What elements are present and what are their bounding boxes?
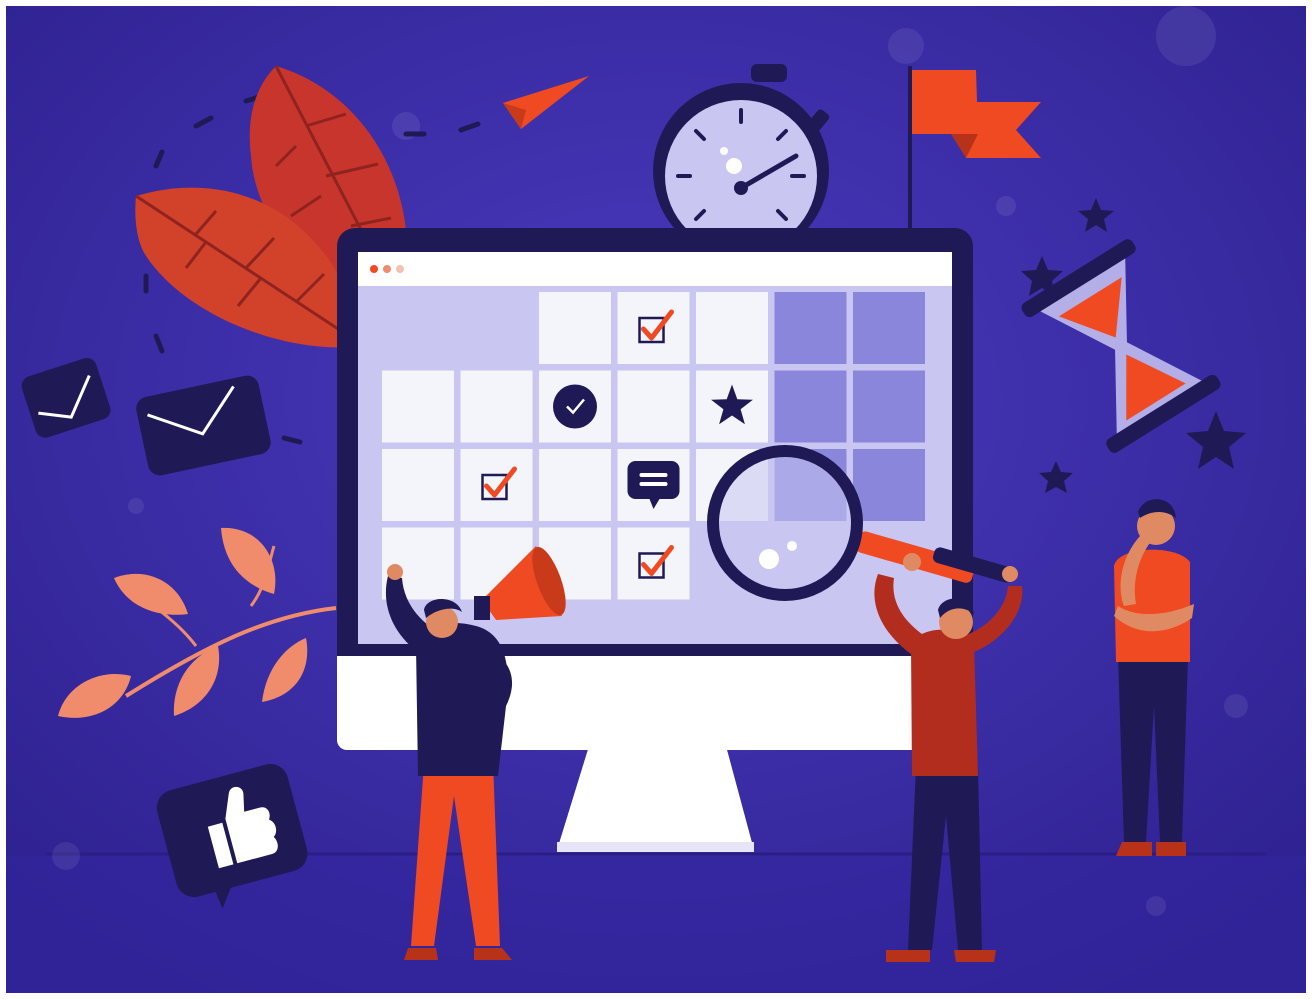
window-dot-red — [370, 265, 378, 273]
monitor-stand — [557, 746, 754, 850]
calendar-cell — [853, 292, 925, 364]
planning-scene — [6, 6, 1306, 993]
calendar-cell — [774, 370, 847, 443]
calendar-cell — [460, 449, 533, 521]
calendar-cell — [460, 370, 533, 443]
window-dot-light — [396, 265, 404, 273]
calendar-cell — [539, 449, 611, 521]
calendar-cell — [617, 292, 690, 364]
calendar-cell — [382, 449, 454, 521]
calendar-cell — [539, 292, 611, 364]
calendar-cell — [617, 370, 690, 443]
window-dot-orange — [383, 265, 391, 273]
calendar-cell — [853, 370, 925, 443]
calendar-cell — [853, 449, 925, 521]
calendar-cell — [774, 292, 847, 364]
calendar-cell — [382, 370, 454, 443]
calendar-cell — [696, 292, 768, 364]
calendar-cell — [617, 527, 690, 600]
clock-icon — [553, 384, 597, 429]
browser-bar — [358, 252, 952, 286]
illustration-frame — [6, 6, 1306, 993]
